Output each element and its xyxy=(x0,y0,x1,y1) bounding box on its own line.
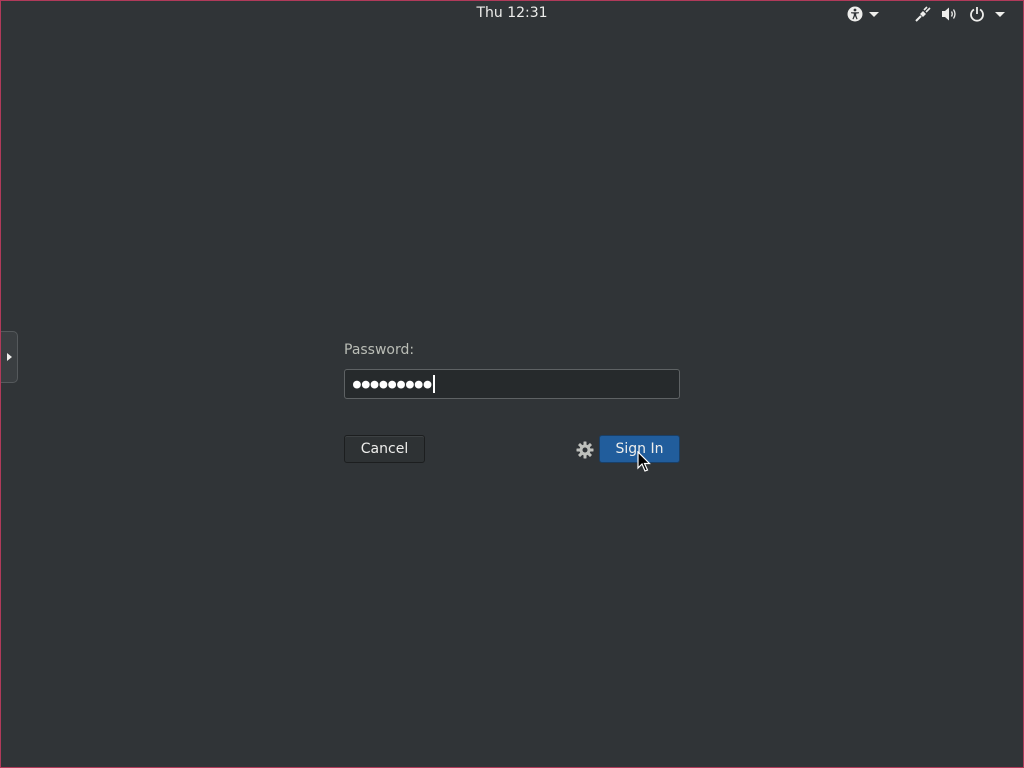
gear-icon[interactable] xyxy=(576,441,594,459)
accessibility-menu[interactable] xyxy=(843,3,895,25)
wired-network-icon xyxy=(915,6,931,22)
top-bar: Thu 12:31 xyxy=(1,1,1023,27)
accessibility-icon xyxy=(847,6,863,22)
text-caret xyxy=(433,375,436,393)
chevron-right-icon xyxy=(6,353,12,361)
cancel-button[interactable]: Cancel xyxy=(344,435,425,463)
volume-icon xyxy=(941,6,959,22)
password-field[interactable]: ●●●●●●●●● xyxy=(344,369,680,399)
system-status-menu[interactable] xyxy=(911,3,1019,25)
login-screen: Thu 12:31 Password: ●●●●●●●●● Cancel Sig… xyxy=(0,0,1024,768)
password-value: ●●●●●●●●● xyxy=(353,376,433,392)
password-prompt-label: Password: xyxy=(344,342,415,358)
mouse-pointer-icon xyxy=(637,451,651,472)
chevron-down-icon xyxy=(869,11,879,17)
chevron-down-icon xyxy=(995,11,1005,17)
clock-label[interactable]: Thu 12:31 xyxy=(476,5,547,21)
power-icon xyxy=(969,6,985,22)
message-tray-handle[interactable] xyxy=(1,331,18,383)
